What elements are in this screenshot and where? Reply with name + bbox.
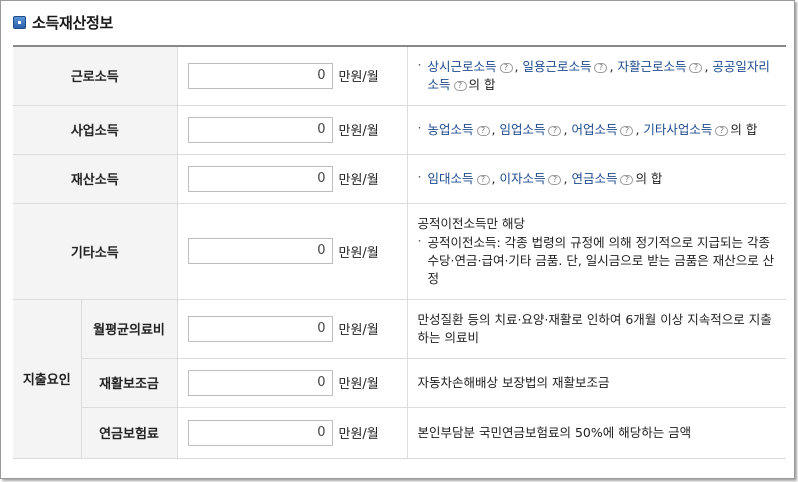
help-link-other-business-income[interactable]: 기타사업소득 — [643, 122, 712, 137]
unit-label: 만원/월 — [338, 173, 379, 188]
row-label-business-income: 사업소득 — [13, 105, 177, 155]
property-income-input[interactable]: 0 — [187, 165, 333, 192]
section-title: 소득재산정보 — [32, 13, 114, 32]
help-link-forestry-income[interactable]: 임업소득 — [499, 122, 545, 137]
unit-label: 만원/월 — [338, 70, 379, 86]
tooltip-icon[interactable]: ? — [476, 174, 490, 185]
help-link-pension-income[interactable]: 연금소득 — [571, 171, 617, 186]
rehab-subsidy-input[interactable]: 0 — [187, 369, 333, 396]
tooltip-icon[interactable]: ? — [548, 174, 562, 185]
other-income-note-head: 공적이전소득만 해당 — [417, 215, 525, 231]
medical-expense-description: 만성질환 등의 치료·요양·재활로 인하여 6개월 이상 지속적으로 지출하는 … — [406, 299, 786, 359]
table-row: 지출요인 월평균의료비 0 만원/월 만성질환 등의 치료·요양·재활로 인하여… — [13, 299, 786, 459]
pension-premium-description: 본인부담분 국민연금보험료의 50%에 해당하는 금액 — [406, 407, 786, 459]
tooltip-icon[interactable]: ? — [499, 62, 513, 73]
medical-expense-input[interactable]: 0 — [187, 315, 333, 342]
help-link-regular-wage[interactable]: 상시근로소득 — [428, 59, 497, 74]
expense-group-label: 지출요인 — [13, 299, 82, 459]
tooltip-icon[interactable]: ? — [594, 62, 608, 73]
table-row: 사업소득 0 만원/월 농업소득?, 임업소득?, 어업소득?, 기타사업소득?… — [13, 105, 786, 155]
unit-label: 만원/월 — [338, 124, 379, 139]
rehab-subsidy-description: 자동차손해배상 보장법의 재활보조금 — [406, 358, 786, 408]
help-link-daily-wage[interactable]: 일용근로소득 — [522, 59, 591, 74]
section-header: 소득재산정보 — [13, 10, 113, 34]
table-row: 기타소득 0 만원/월 공적이전소득만 해당 공적이전소득: 각종 법령의 규정… — [13, 203, 786, 300]
tooltip-icon[interactable]: ? — [620, 125, 634, 136]
income-property-panel: 소득재산정보 근로소득 0 만원/월 상시근로소득?, 일용근로소득?, 자활근 — [0, 0, 795, 479]
row-label-other-income: 기타소득 — [13, 203, 177, 300]
tooltip-icon[interactable]: ? — [548, 125, 562, 136]
tooltip-icon[interactable]: ? — [689, 62, 703, 73]
table-row: 재활보조금 0 만원/월 자동차손해배상 보장법의 재활보조금 — [13, 358, 786, 408]
table-row: 연금보험료 0 만원/월 본인부담분 국민연금보험료의 50%에 해당하는 금액 — [13, 407, 786, 459]
income-table: 근로소득 0 만원/월 상시근로소득?, 일용근로소득?, 자활근로소득?, 공… — [13, 45, 786, 459]
pension-premium-input[interactable]: 0 — [187, 419, 333, 446]
row-label-property-income: 재산소득 — [13, 154, 177, 204]
other-income-input[interactable]: 0 — [187, 238, 333, 264]
unit-label: 만원/월 — [338, 245, 379, 261]
business-income-input[interactable]: 0 — [187, 116, 333, 143]
unit-label: 만원/월 — [338, 323, 379, 338]
help-link-fishery-income[interactable]: 어업소득 — [571, 122, 617, 137]
other-income-description: 공적이전소득만 해당 공적이전소득: 각종 법령의 규정에 의해 정기적으로 지… — [406, 203, 786, 300]
unit-label: 만원/월 — [338, 427, 379, 442]
earned-income-description: 상시근로소득?, 일용근로소득?, 자활근로소득?, 공공일자리소득?의 합 — [406, 46, 786, 106]
table-row: 재산소득 0 만원/월 임대소득?, 이자소득?, 연금소득?의 합 — [13, 154, 786, 204]
unit-label: 만원/월 — [338, 377, 379, 392]
tooltip-icon[interactable]: ? — [620, 174, 634, 185]
business-income-description: 농업소득?, 임업소득?, 어업소득?, 기타사업소득?의 합 — [406, 105, 786, 155]
tooltip-icon[interactable]: ? — [715, 125, 729, 136]
row-label-medical-expense: 월평균의료비 — [81, 299, 177, 359]
property-income-description: 임대소득?, 이자소득?, 연금소득?의 합 — [406, 154, 786, 204]
square-bullet-icon — [13, 15, 26, 29]
help-link-farming-income[interactable]: 농업소득 — [428, 122, 474, 137]
earned-income-input[interactable]: 0 — [187, 62, 333, 89]
tooltip-icon[interactable]: ? — [453, 80, 467, 91]
help-link-interest-income[interactable]: 이자소득 — [499, 171, 545, 186]
help-link-rental-income[interactable]: 임대소득 — [428, 171, 474, 186]
help-link-self-support-wage[interactable]: 자활근로소득 — [617, 59, 686, 74]
other-income-note: 공적이전소득: 각종 법령의 규정에 의해 정기적으로 지급되는 각종 수당·연… — [418, 232, 777, 288]
table-row: 근로소득 0 만원/월 상시근로소득?, 일용근로소득?, 자활근로소득?, 공… — [13, 46, 786, 106]
tooltip-icon[interactable]: ? — [476, 125, 490, 136]
row-label-pension-premium: 연금보험료 — [81, 407, 177, 459]
row-label-earned-income: 근로소득 — [13, 46, 177, 106]
row-label-rehab-subsidy: 재활보조금 — [81, 358, 177, 408]
